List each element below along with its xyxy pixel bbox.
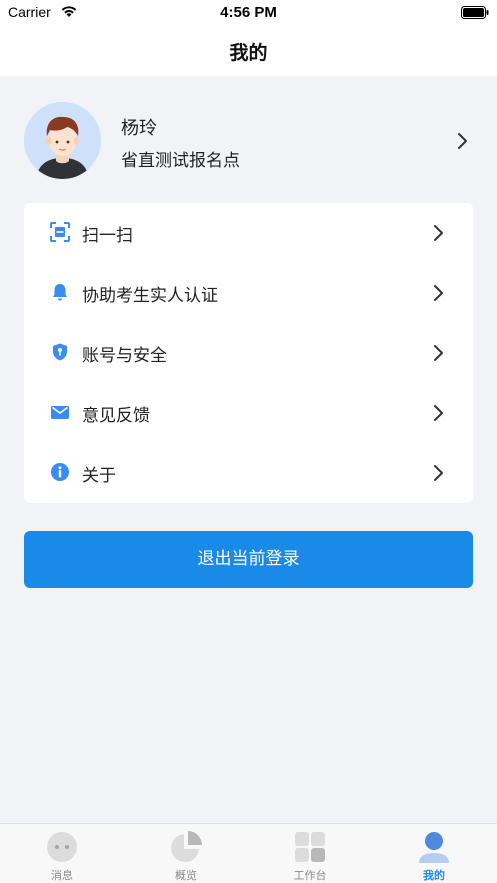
user-organization: 省直测试报名点 [121,151,240,171]
scan-icon [50,222,70,242]
page-title: 我的 [229,42,268,64]
chevron-right-icon [434,465,443,481]
status-bar: Carrier 4:56 PM [0,0,497,26]
menu-item-assist-verification[interactable]: 协助考生实人认证 [24,263,473,323]
chevron-right-icon [434,345,443,361]
settings-menu: 扫一扫 协助考生实人认证 账号与安全 意见反馈 关于 [24,203,473,503]
screen: Carrier 4:56 PM 我的 杨玲 省直测试报名点 扫一扫 协助考生实人… [0,0,497,883]
chevron-right-icon [434,405,443,421]
tab-me[interactable]: 我的 [372,824,496,883]
profile-row[interactable]: 杨玲 省直测试报名点 [0,76,497,204]
chat-icon [47,832,77,862]
tab-label: 概览 [175,869,197,882]
chevron-right-icon [458,133,467,149]
menu-item-about[interactable]: 关于 [24,443,473,503]
chevron-right-icon [434,225,443,241]
tab-label: 工作台 [293,869,327,882]
tab-label: 我的 [423,869,445,882]
pie-chart-icon [171,831,202,862]
tab-label: 消息 [51,869,73,882]
menu-item-scan[interactable]: 扫一扫 [24,203,473,263]
tab-messages[interactable]: 消息 [0,824,124,883]
nav-bar: 我的 [0,26,497,76]
person-icon [419,832,449,863]
menu-item-account-security[interactable]: 账号与安全 [24,323,473,383]
shield-icon [53,343,67,361]
menu-item-label: 账号与安全 [82,346,167,366]
chevron-right-icon [434,285,443,301]
grid-icon [295,832,325,862]
user-name: 杨玲 [121,118,157,139]
tab-workbench[interactable]: 工作台 [248,824,372,883]
menu-item-feedback[interactable]: 意见反馈 [24,383,473,443]
avatar-illustration [24,102,101,179]
avatar [24,102,101,179]
bell-icon [53,284,67,301]
tab-bar: 消息 概览 工作台 我的 [0,823,497,883]
mail-icon [51,406,69,419]
status-time: 4:56 PM [220,4,277,21]
info-icon [51,463,69,481]
battery-icon [461,6,489,19]
menu-item-label: 意见反馈 [82,406,150,426]
logout-button[interactable]: 退出当前登录 [24,531,473,588]
tab-overview[interactable]: 概览 [124,824,248,883]
menu-item-label: 扫一扫 [82,226,133,246]
menu-item-label: 关于 [82,466,116,486]
menu-item-label: 协助考生实人认证 [82,286,218,306]
